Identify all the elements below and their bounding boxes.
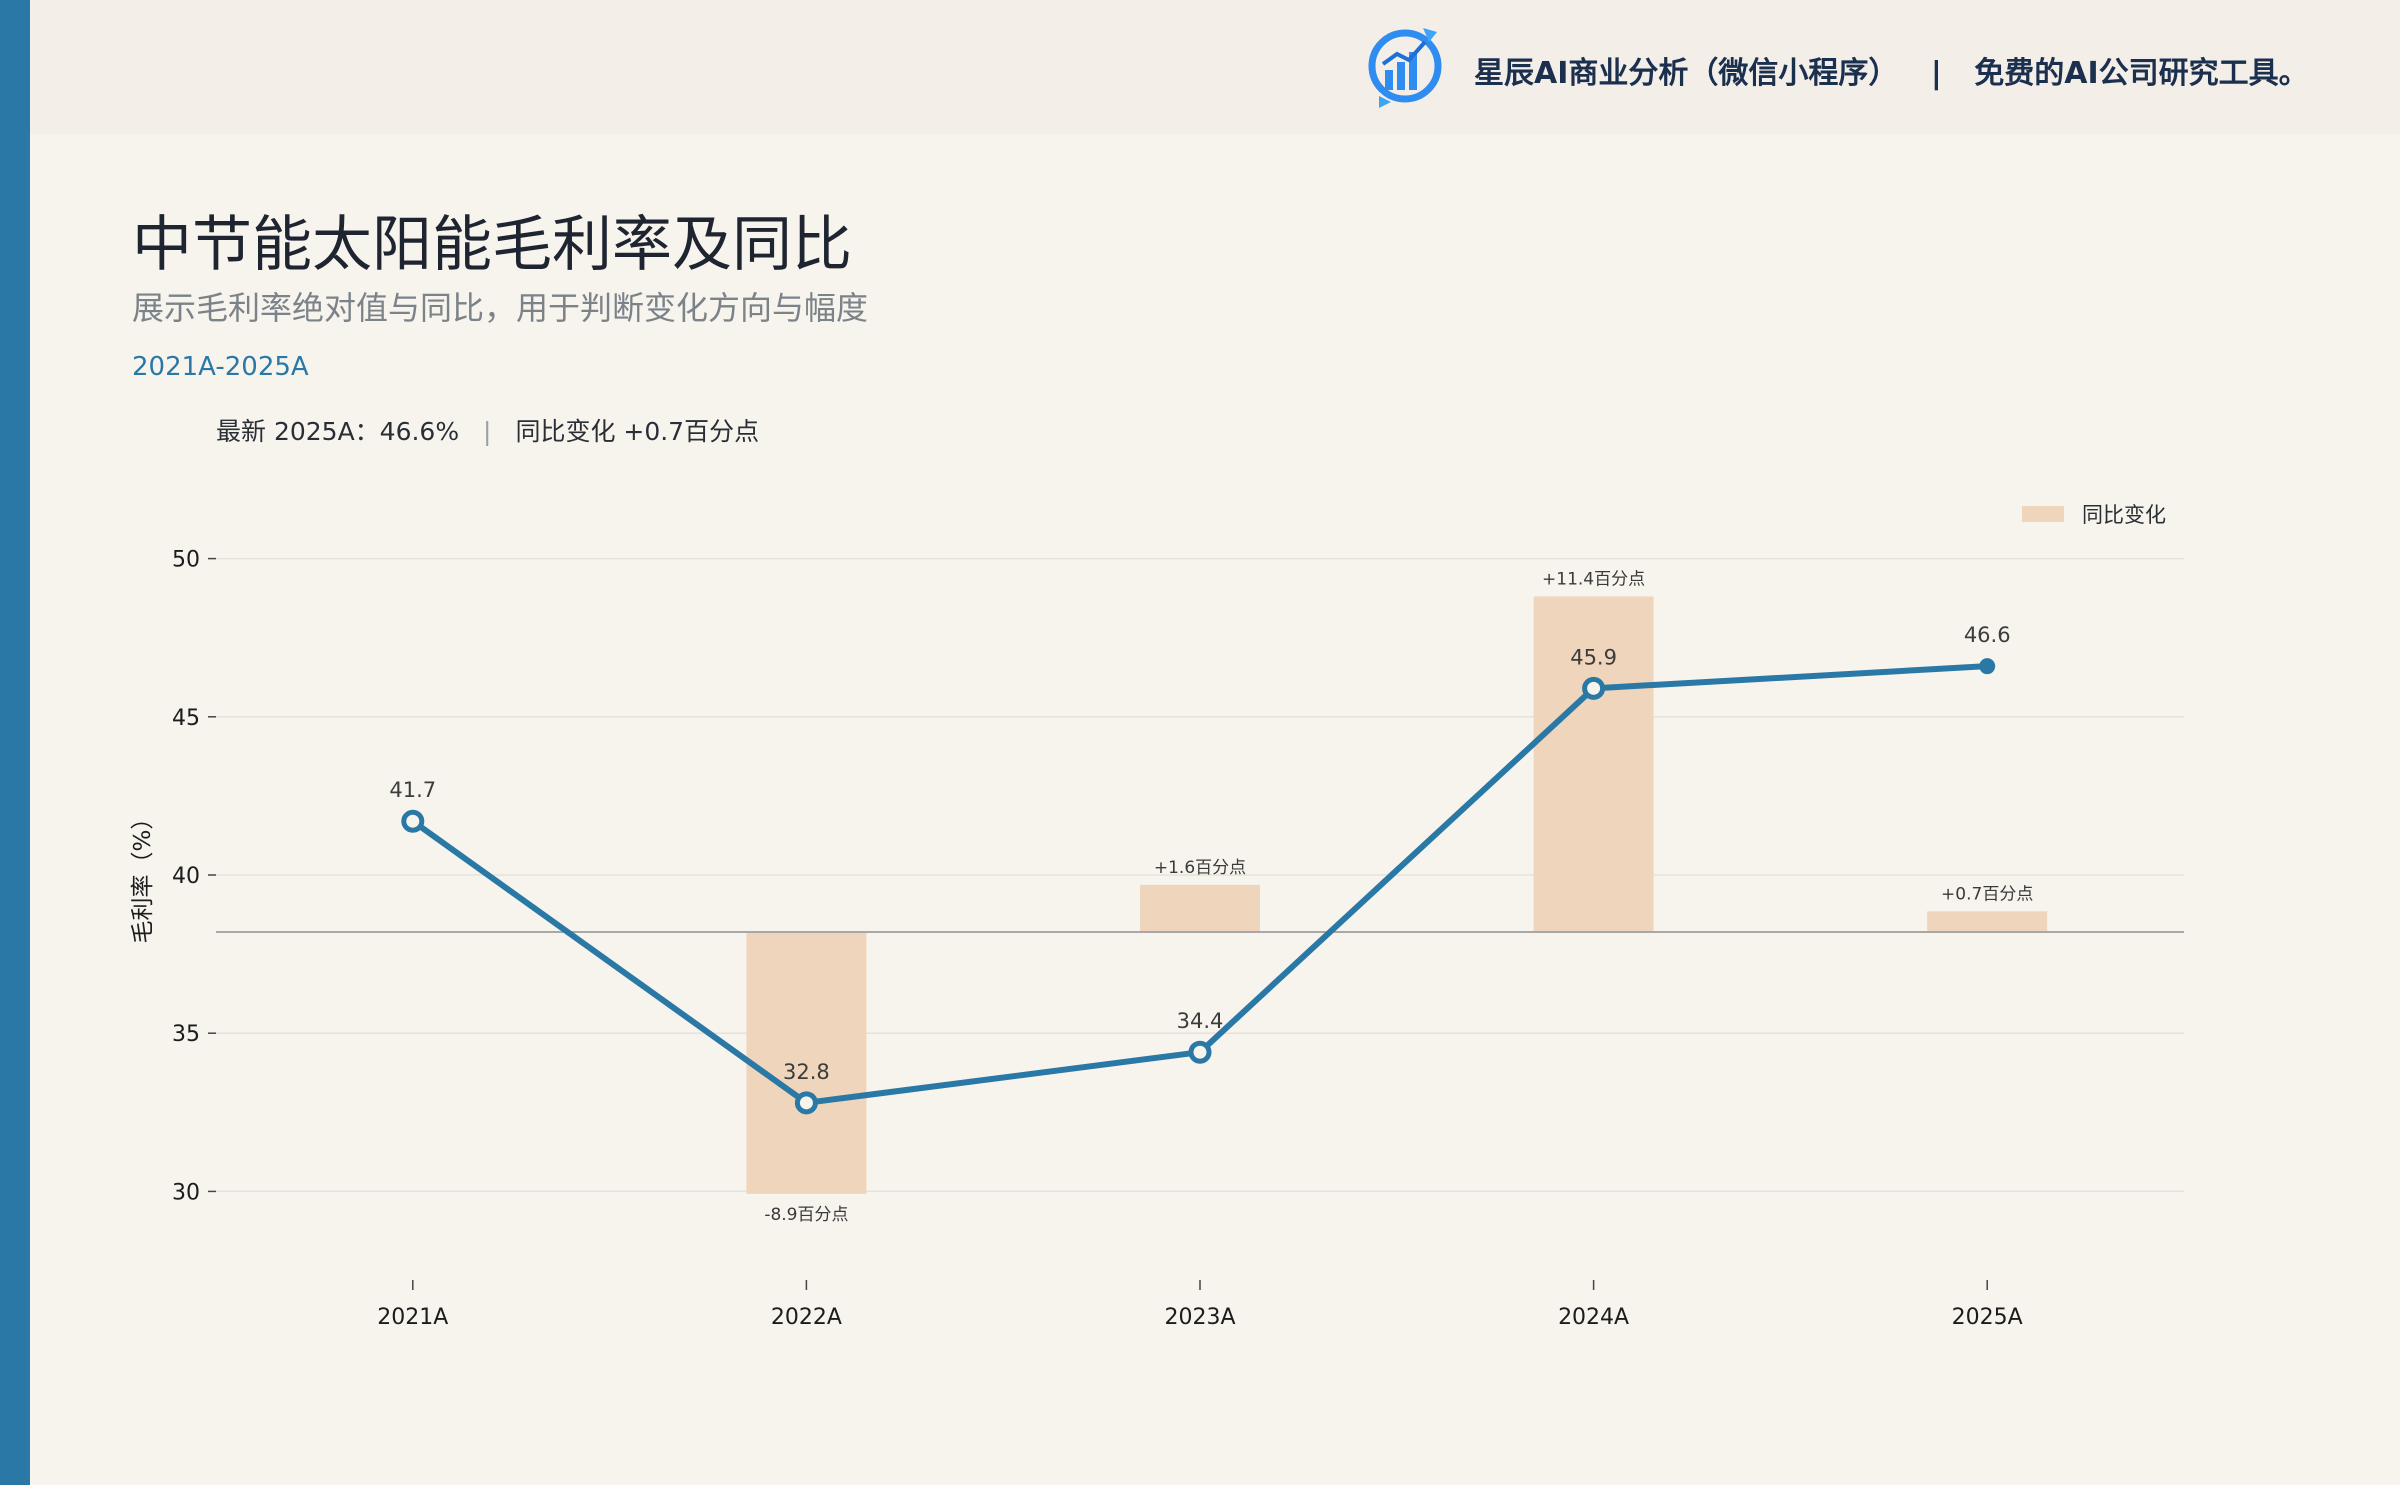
x-tick-label: 2021A (377, 1305, 448, 1330)
point-label: 46.6 (1964, 623, 2011, 647)
chart: 30 35 40 45 50 -8.9百分点 +1.6百分点 +11.4百分点 +0.7百分点 4… (130, 503, 2184, 1330)
line-series (411, 663, 1988, 1106)
y-axis-title: 毛利率（%） (130, 807, 156, 944)
point-2025A (1979, 658, 1996, 675)
point-label: 41.7 (389, 778, 436, 802)
x-tick-label: 2024A (1558, 1305, 1629, 1330)
point-label: 45.9 (1570, 645, 1617, 669)
point-2021A (401, 809, 425, 833)
x-tick-label: 2022A (771, 1305, 842, 1330)
point-2023A (1188, 1040, 1212, 1064)
point-label: 34.4 (1177, 1009, 1224, 1033)
bar-label: +0.7百分点 (1941, 884, 2033, 904)
bar-yoy-2023A (1140, 884, 1260, 932)
bar-label: +1.6百分点 (1154, 858, 1246, 878)
bar-label: -8.9百分点 (764, 1205, 848, 1225)
y-tick-label: 35 (172, 1022, 200, 1047)
y-tick-label: 40 (172, 864, 200, 889)
x-tick-label: 2023A (1164, 1305, 1235, 1330)
legend-label: 同比变化 (2082, 503, 2166, 527)
y-tick-label: 30 (172, 1180, 200, 1205)
bar-label: +11.4百分点 (1542, 569, 1645, 589)
legend-swatch (2022, 506, 2064, 522)
point-2024A (1582, 676, 1606, 700)
x-tick-label: 2025A (1952, 1305, 2023, 1330)
point-2022A (794, 1091, 818, 1115)
bar-yoy-2025A (1927, 911, 2048, 932)
y-tick-label: 50 (172, 548, 200, 573)
y-tick-label: 45 (172, 706, 200, 731)
point-label: 32.8 (783, 1060, 830, 1084)
